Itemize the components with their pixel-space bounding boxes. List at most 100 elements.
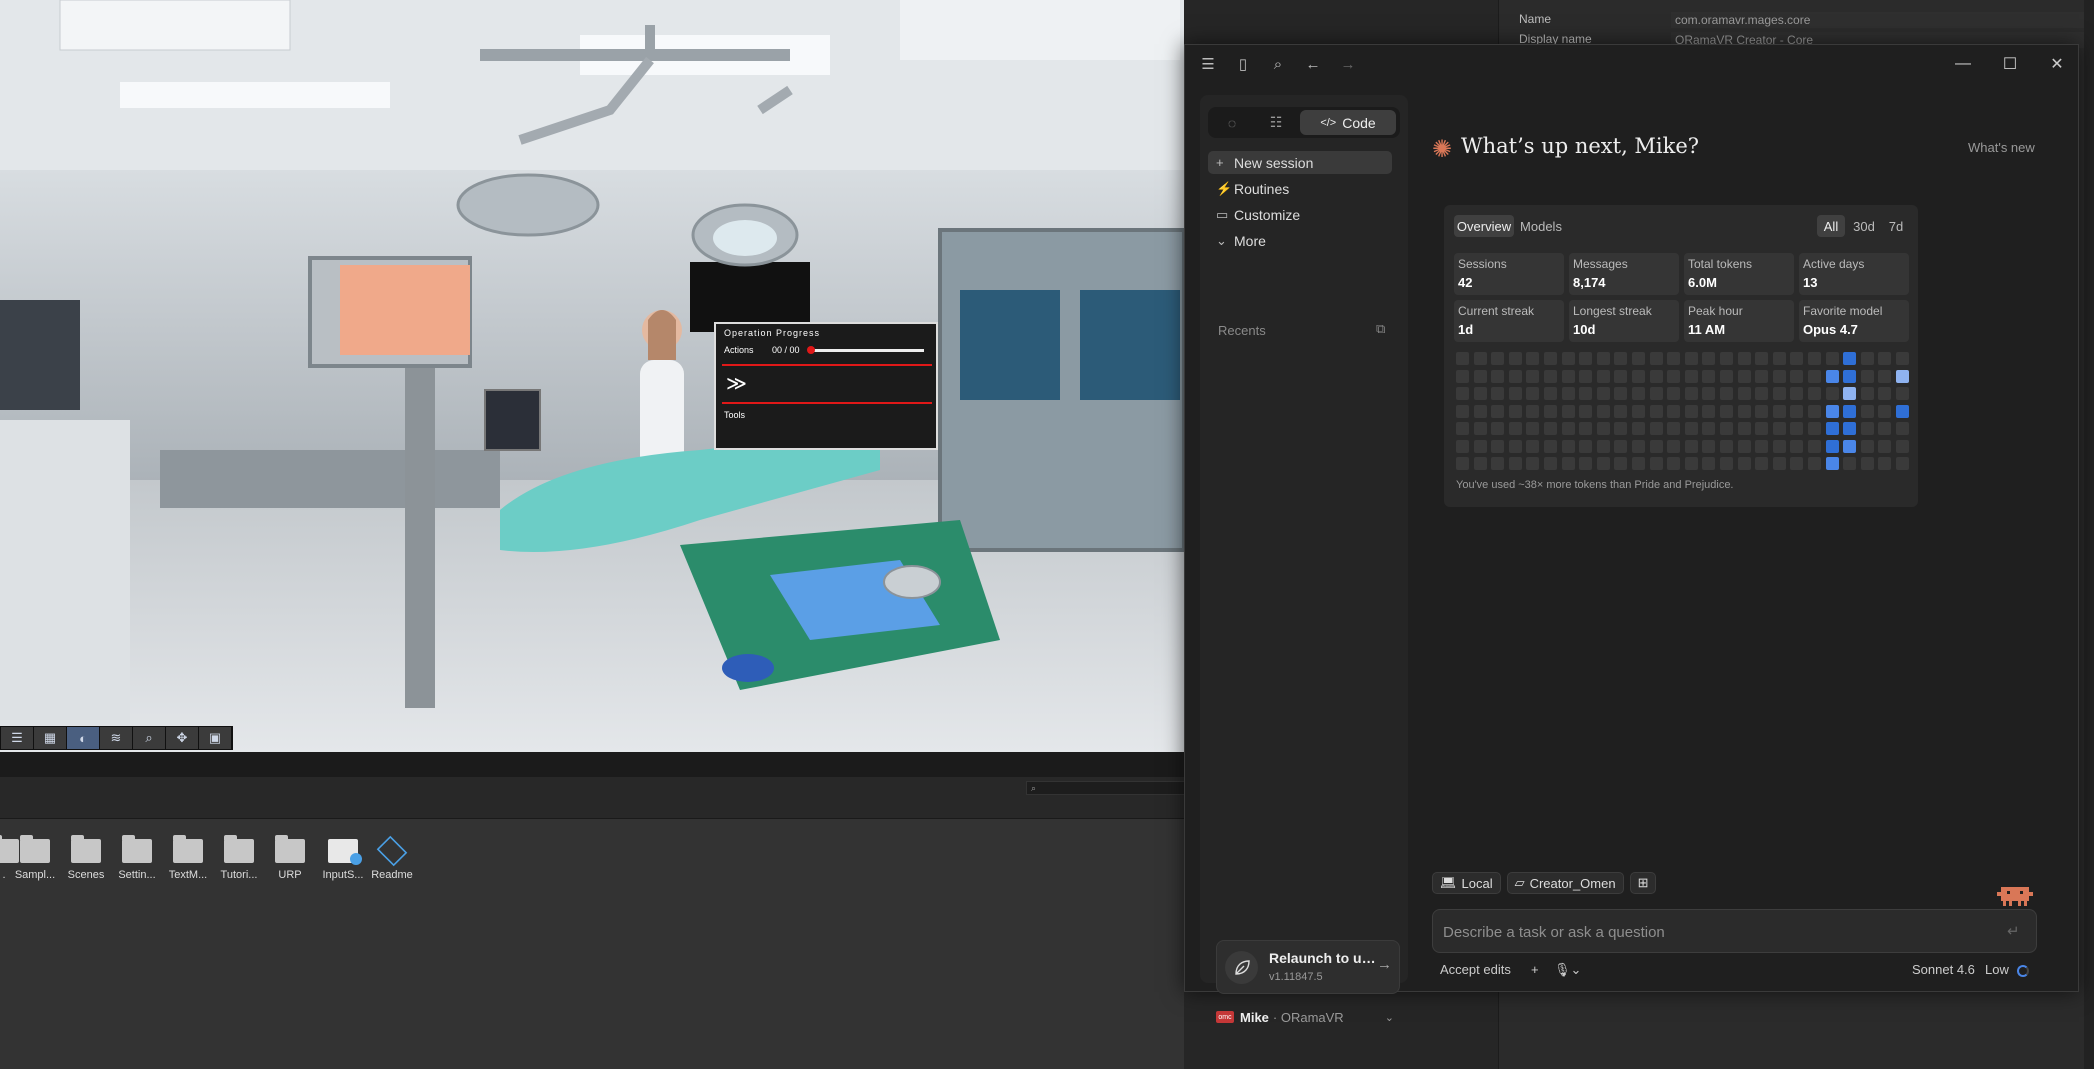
tab-models[interactable]: Models	[1516, 215, 1566, 237]
camera-icon[interactable]: ▣	[199, 727, 232, 749]
nav-customize[interactable]: ▭ Customize	[1208, 203, 1392, 226]
heatmap-cell	[1544, 369, 1557, 383]
heatmap-cell	[1790, 404, 1804, 418]
heatmap-cell	[1702, 422, 1716, 435]
asset-folder[interactable]: Sampl...	[9, 835, 61, 881]
hand-tool-icon[interactable]: ☰	[1, 727, 34, 749]
new-session-button[interactable]: + New session	[1208, 151, 1392, 174]
tools-label: Tools	[724, 410, 746, 420]
grid-icon[interactable]: ▦	[34, 727, 67, 749]
menu-icon[interactable]: ☰	[1197, 53, 1219, 75]
move-icon[interactable]: ✥	[166, 727, 199, 749]
tab-code[interactable]: </> Code	[1300, 110, 1396, 135]
heatmap-cell	[1649, 439, 1663, 453]
name-field[interactable]: com.oramavr.mages.core	[1671, 12, 2094, 28]
accept-edits-toggle[interactable]: Accept edits	[1440, 962, 1511, 977]
heatmap-cell	[1596, 439, 1610, 453]
folder-icon	[71, 835, 101, 863]
microphone-icon[interactable]: 🎙︎⌄	[1554, 962, 1581, 978]
heatmap-cell	[1737, 439, 1751, 453]
arrow-right-icon[interactable]: →	[1377, 956, 1392, 973]
scene-view[interactable]: Operation Progress Actions 00 / 00 ≫ Too…	[0, 0, 1184, 752]
heatmap-cell	[1579, 387, 1593, 400]
project-folder-chip[interactable]: ▱ Creator_Omen	[1506, 872, 1624, 894]
context-usage-icon	[2017, 965, 2029, 977]
leaf-icon	[1225, 951, 1258, 984]
add-folder-button[interactable]: ⊞	[1629, 872, 1657, 894]
tab-overview[interactable]: Overview	[1454, 215, 1514, 237]
plus-icon[interactable]: +	[1531, 962, 1539, 977]
range-all[interactable]: All	[1817, 215, 1845, 237]
back-arrow-icon[interactable]: ←	[1302, 53, 1324, 75]
next-chevrons-icon[interactable]: ≫	[726, 371, 747, 396]
model-selector[interactable]: Sonnet 4.6	[1912, 962, 1975, 977]
layers-icon[interactable]: ≋	[100, 727, 133, 749]
heatmap-cell	[1790, 439, 1804, 453]
project-search-input[interactable]: ⌕	[1026, 781, 1186, 795]
heatmap-cell	[1737, 387, 1751, 400]
chat-mode-icon[interactable]: ◌	[1212, 110, 1252, 135]
heatmap-cell	[1632, 439, 1645, 453]
heatmap-cell	[1843, 352, 1857, 365]
project-toolbar: ⌕	[0, 777, 1186, 819]
asset-folder[interactable]: Tutori...	[213, 835, 265, 881]
asset-folder[interactable]: Scenes	[60, 835, 112, 881]
maximize-icon[interactable]: ☐	[1998, 53, 2022, 75]
heatmap-cell	[1456, 422, 1469, 435]
send-icon[interactable]: ↵	[2007, 922, 2020, 940]
prompt-input[interactable]	[1443, 922, 1983, 942]
heatmap-cell	[1755, 404, 1769, 418]
forward-arrow-icon[interactable]: →	[1337, 53, 1359, 75]
heatmap-cell	[1473, 457, 1487, 470]
range-30d[interactable]: 30d	[1849, 215, 1879, 237]
rotate-icon[interactable]: ◐	[67, 727, 100, 749]
heatmap-cell	[1896, 422, 1909, 435]
minimize-icon[interactable]: —	[1951, 53, 1975, 75]
close-icon[interactable]: ✕	[2045, 53, 2069, 75]
heatmap-cell	[1614, 457, 1628, 470]
nav-more[interactable]: ⌄ More	[1208, 229, 1392, 252]
folder-plus-icon: ⊞	[1637, 875, 1649, 890]
heatmap-cell	[1808, 422, 1821, 435]
range-7d[interactable]: 7d	[1883, 215, 1909, 237]
effort-selector[interactable]: Low	[1985, 962, 2009, 977]
zoom-icon[interactable]: ⌕	[133, 727, 166, 749]
heatmap-cell	[1632, 387, 1645, 400]
heatmap-cell	[1614, 352, 1628, 365]
nav-routines[interactable]: ⚡ Routines	[1208, 177, 1392, 200]
account-menu[interactable]: omc Mike · ORamaVR ⌄	[1216, 1006, 1400, 1028]
asset-readme[interactable]: Readme	[366, 835, 418, 881]
heatmap-cell	[1561, 439, 1575, 453]
heatmap-cell	[1825, 387, 1839, 400]
heatmap-cell	[1896, 439, 1909, 453]
asset-folder[interactable]: Settin...	[111, 835, 163, 881]
asset-folder[interactable]: TextM...	[162, 835, 214, 881]
chip-label: Creator_Omen	[1529, 875, 1616, 891]
heatmap-cell	[1561, 422, 1575, 435]
heatmap-cell	[1878, 457, 1892, 470]
search-icon[interactable]: ⌕	[1267, 53, 1289, 75]
filter-icon[interactable]: ⧉	[1376, 321, 1385, 337]
progress-knob	[807, 346, 815, 354]
local-environment-chip[interactable]: 💻︎ Local	[1432, 872, 1501, 894]
asset-folder[interactable]: URP	[264, 835, 316, 881]
heatmap-cell	[1790, 422, 1804, 435]
cowork-mode-icon[interactable]: ☷	[1256, 110, 1296, 135]
sidebar-toggle-icon[interactable]: ▯	[1232, 53, 1254, 75]
stat-label: Favorite model	[1803, 304, 1883, 318]
heatmap-cell	[1808, 352, 1821, 365]
heatmap-cell	[1456, 369, 1469, 383]
heatmap-cell	[1860, 457, 1874, 470]
actions-progress-track	[810, 349, 924, 352]
asset-input-system[interactable]: InputS...	[317, 839, 369, 881]
update-card[interactable]: Relaunch to update v1.11847.5 →	[1216, 940, 1400, 994]
whats-new-link[interactable]: What's new	[1968, 140, 2035, 155]
stat-value: 6.0M	[1688, 275, 1717, 290]
heatmap-cell	[1473, 439, 1487, 453]
heatmap-cell	[1544, 387, 1557, 400]
heatmap-cell	[1843, 404, 1857, 418]
heatmap-cell	[1702, 369, 1716, 383]
stat-label: Current streak	[1458, 304, 1535, 318]
heatmap-cell	[1491, 369, 1505, 383]
usage-comparison-note: You've used ~38× more tokens than Pride …	[1456, 479, 1734, 491]
